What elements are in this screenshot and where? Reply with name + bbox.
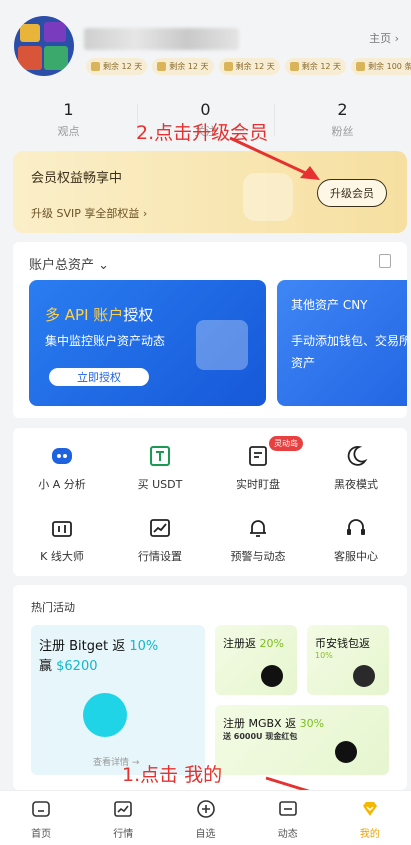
stat-views[interactable]: 1 观点 [0,100,137,140]
upgrade-svip-link[interactable]: 升级 SVIP 享全部权益 › [31,205,147,221]
message-tab-icon [278,799,298,819]
exchange-logo-icon [261,665,283,687]
chart-icon [148,516,172,540]
dynamic-island-tag: 灵动岛 [269,436,303,451]
ticket-icon [356,62,366,71]
tool-realtime-watch[interactable]: 实时盯盘 [209,444,307,492]
membership-title: 会员权益畅享中 [31,171,123,186]
username-blurred [84,28,239,50]
privilege-badge[interactable]: 剩余 12 天 [152,58,214,75]
tool-ai-analysis[interactable]: 小 A 分析 [13,444,111,492]
tool-alerts[interactable]: 预警与动态 [209,516,307,564]
monitor-icon [246,444,270,468]
annotation-arrow-upgrade [229,136,320,180]
home-icon [157,62,167,71]
usdt-icon [148,444,172,468]
homepage-link[interactable]: 主页 › [369,30,399,46]
tab-mine[interactable]: 我的 [329,791,411,845]
tab-home[interactable]: 首页 [0,791,82,845]
privilege-badges: 剩余 12 天 剩余 12 天 剩余 12 天 剩余 12 天 剩余 100 条 [86,58,411,75]
robot-icon [50,444,74,468]
register-rebate-card[interactable]: 注册返 20% [215,625,297,695]
moon-icon [344,444,368,468]
privilege-badge[interactable]: 剩余 12 天 [86,58,148,75]
total-assets-dropdown[interactable]: 账户总资产 ⌄ [29,254,109,273]
diamond-tab-icon [360,799,380,819]
upgrade-member-button[interactable]: 升级会员 [317,179,387,207]
tab-market[interactable]: 行情 [82,791,164,845]
privilege-badge[interactable]: 剩余 12 天 [218,58,280,75]
api-account-card[interactable]: 多 API 账户授权 集中监控账户资产动态 立即授权 [29,280,266,406]
privilege-badge[interactable]: 剩余 100 条 [351,58,411,75]
coin-icon [223,62,233,71]
fan-icon [91,62,100,71]
annotation-step1: 1.点击 我的 [122,764,223,786]
bitget-promo-card[interactable]: 注册 Bitget 返 10% 赢 $6200 查看详情 → [31,625,205,775]
tool-customer-service[interactable]: 客服中心 [307,516,405,564]
bottom-tab-bar: 首页 行情 自选 动态 我的 [0,790,411,845]
hot-activities-title: 热门活动 [31,601,75,614]
bitget-logo-icon [83,693,127,737]
other-assets-card[interactable]: 其他资产 CNY 手动添加钱包、交易所资产 [277,280,407,406]
mgbx-logo-icon [335,741,357,763]
tool-dark-mode[interactable]: 黑夜模式 [307,444,405,492]
privilege-badge[interactable]: 剩余 12 天 [284,58,347,75]
plus-tab-icon [196,799,216,819]
growth-chart-icon [196,320,248,370]
market-tab-icon [113,799,133,819]
phone-icon [289,62,299,71]
lock-icon[interactable] [379,254,391,268]
tab-feed[interactable]: 动态 [247,791,329,845]
bell-icon [246,516,270,540]
kline-icon [50,516,74,540]
assets-section: 账户总资产 ⌄ 多 API 账户授权 集中监控账户资产动态 立即授权 其他资产 … [13,242,407,418]
headset-icon [344,516,368,540]
tool-buy-usdt[interactable]: 买 USDT [111,444,209,492]
tab-watchlist[interactable]: 自选 [164,791,246,845]
binance-wallet-card[interactable]: 币安钱包返 10% [307,625,389,695]
avatar[interactable] [14,16,74,76]
mgbx-promo-card[interactable]: 注册 MGBX 返 30% 送 6000U 现金红包 [215,705,389,775]
binance-logo-icon [353,665,375,687]
authorize-button[interactable]: 立即授权 [49,368,149,386]
home-tab-icon [31,799,51,819]
tool-market-settings[interactable]: 行情设置 [111,516,209,564]
membership-card[interactable]: 会员权益畅享中 升级 SVIP 享全部权益 › 升级会员 [13,151,407,233]
tools-grid: 小 A 分析 买 USDT 实时盯盘 灵动岛 黑夜模式 K 线大师 行情设置 预… [13,428,407,576]
tool-kline-master[interactable]: K 线大师 [13,516,111,564]
